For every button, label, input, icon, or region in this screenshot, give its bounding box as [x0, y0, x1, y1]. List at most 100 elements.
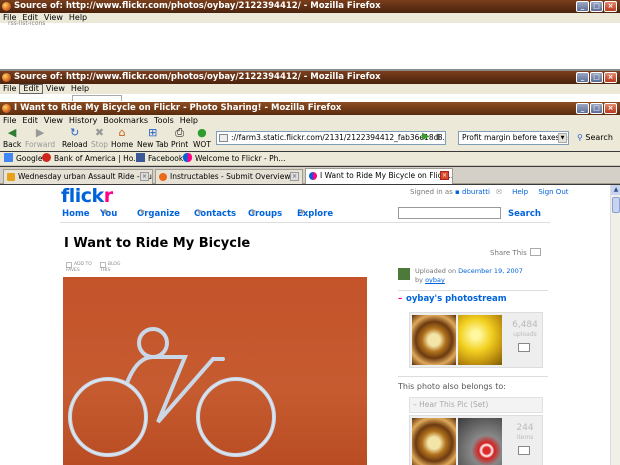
photostream-thumbnails: 6,484 uploads: [409, 312, 543, 368]
close-tab-icon[interactable]: ×: [140, 172, 149, 181]
maximize-icon[interactable]: □: [590, 1, 603, 12]
signed-in-status: Signed in as ▪ dburatti: [410, 188, 490, 196]
forward-arrow-icon: ▶: [35, 126, 45, 139]
page-icon: ▮: [436, 132, 441, 141]
bookmark-flickr[interactable]: Welcome to Flickr - Ph...: [183, 152, 286, 166]
menu-help[interactable]: Help: [177, 115, 201, 126]
minimize-icon[interactable]: _: [576, 72, 589, 83]
back-window-2-menubar: File Edit View Help: [0, 84, 620, 94]
go-icon[interactable]: ▶: [422, 132, 432, 142]
slideshow-icon[interactable]: [518, 446, 530, 455]
home-button[interactable]: ⌂ Home: [111, 127, 133, 150]
collapse-icon[interactable]: –: [413, 400, 417, 409]
wot-button[interactable]: ● WOT: [193, 126, 211, 150]
main-photo[interactable]: [63, 277, 367, 465]
photostream-heading[interactable]: – oybay's photostream: [398, 294, 507, 304]
main-window-titlebar[interactable]: I Want to Ride My Bicycle on Flickr - Ph…: [0, 102, 620, 115]
photostream-thumb-next[interactable]: [458, 315, 502, 365]
back-button[interactable]: ◀ Back: [3, 127, 21, 150]
close-icon[interactable]: ×: [604, 72, 617, 83]
search-button[interactable]: ⚲ Search: [577, 133, 613, 142]
flickr-logo[interactable]: flickr: [61, 185, 113, 207]
set-thumb-next[interactable]: [458, 418, 502, 465]
menu-file[interactable]: File: [0, 84, 19, 94]
dropdown-arrow-icon[interactable]: ▼: [300, 209, 305, 216]
dropdown-arrow-icon[interactable]: ▼: [197, 209, 202, 216]
menu-history[interactable]: History: [66, 115, 100, 126]
scroll-thumb[interactable]: [612, 197, 620, 213]
add-to-faves-button[interactable]: ADD TO FAVES: [66, 262, 96, 273]
web-search-input[interactable]: Profit margin before taxes & ▼: [458, 131, 569, 145]
main-window-title: I Want to Ride My Bicycle on Flickr - Ph…: [14, 103, 342, 113]
menu-edit[interactable]: Edit: [19, 84, 43, 94]
sign-out-link[interactable]: Sign Out: [538, 188, 568, 196]
tab-wednesday-ride[interactable]: Wednesday urban Assault Ride - Au... ×: [3, 169, 153, 184]
bookmarks-toolbar: Google Bank of America | Ho... Facebook …: [0, 152, 620, 166]
menu-help[interactable]: Help: [66, 13, 90, 23]
share-this-button[interactable]: Share This: [490, 248, 541, 257]
owner-link[interactable]: oybay: [425, 276, 445, 284]
back-window-2-content: [0, 94, 620, 102]
menu-bookmarks[interactable]: Bookmarks: [100, 115, 151, 126]
flickr-search-button[interactable]: Search: [508, 209, 541, 219]
close-icon[interactable]: ×: [604, 103, 617, 114]
menu-view[interactable]: View: [43, 84, 68, 94]
also-belongs-label: This photo also belongs to:: [398, 382, 506, 391]
tab-flickr-photo[interactable]: I Want to Ride My Bicycle on Flick... ×: [305, 168, 453, 184]
back-window-1-titlebar[interactable]: Source of: http://www.flickr.com/photos/…: [0, 0, 620, 13]
help-link[interactable]: Help: [512, 188, 528, 196]
bookmark-bank-of-america[interactable]: Bank of America | Ho...: [42, 152, 140, 166]
tab-instructables[interactable]: Instructables - Submit Overview ×: [155, 169, 303, 184]
photostream-thumb-prev[interactable]: [412, 315, 456, 365]
menu-file[interactable]: File: [0, 115, 19, 126]
minimize-icon[interactable]: _: [576, 1, 589, 12]
mail-icon[interactable]: ✉: [496, 188, 502, 196]
dropdown-arrow-icon[interactable]: ▼: [251, 209, 256, 216]
page-scrollbar[interactable]: ▲: [610, 185, 620, 465]
side-divider: [398, 376, 548, 377]
back-window-2-titlebar[interactable]: Source of: http://www.flickr.com/photos/…: [0, 71, 620, 84]
bicycle-rack-illustration: [68, 327, 276, 457]
bike-rider-head: [137, 327, 169, 359]
flickr-search-input[interactable]: [398, 207, 501, 219]
magnifier-icon: ⚲: [577, 133, 583, 142]
blog-this-button[interactable]: BLOG THIS: [100, 262, 130, 273]
collapse-icon[interactable]: –: [398, 294, 406, 304]
close-icon[interactable]: ×: [604, 1, 617, 12]
wot-icon: ●: [197, 126, 207, 139]
maximize-icon[interactable]: □: [590, 72, 603, 83]
photostream-count: 6,484 uploads: [512, 320, 538, 339]
dropdown-arrow-icon[interactable]: ▼: [103, 209, 108, 216]
reload-button[interactable]: ↻ Reload: [62, 127, 88, 150]
url-input[interactable]: ://farm3.static.flickr.com/2131/21223944…: [216, 131, 446, 145]
scroll-up-icon[interactable]: ▲: [611, 185, 620, 195]
set-count: 244 items: [516, 423, 534, 442]
stop-button[interactable]: ✖ Stop: [91, 127, 108, 150]
set-thumbnails: 244 items: [409, 415, 543, 465]
owner-avatar[interactable]: [398, 268, 410, 280]
maximize-icon[interactable]: □: [590, 103, 603, 114]
set-thumb-prev[interactable]: [412, 418, 456, 465]
dropdown-arrow-icon[interactable]: ▼: [140, 209, 145, 216]
close-tab-icon[interactable]: ×: [290, 172, 299, 181]
search-engine-dropdown-icon[interactable]: ▼: [558, 133, 567, 143]
menu-tools[interactable]: Tools: [151, 115, 177, 126]
side-divider: [398, 290, 548, 291]
menu-view[interactable]: View: [41, 115, 66, 126]
menu-edit[interactable]: Edit: [19, 115, 41, 126]
forward-button[interactable]: ▶ Forward: [25, 126, 55, 150]
upload-date-link[interactable]: December 19, 2007: [458, 267, 523, 275]
set-heading[interactable]: – Hear This Pic (Set): [409, 397, 543, 413]
new-tab-button[interactable]: ⊞ New Tab: [137, 127, 168, 150]
facebook-icon: [136, 153, 145, 162]
bookmark-facebook[interactable]: Facebook: [136, 152, 183, 166]
slideshow-icon[interactable]: [518, 343, 530, 352]
minimize-icon[interactable]: _: [576, 103, 589, 114]
menu-help[interactable]: Help: [68, 84, 92, 94]
signed-in-user-link[interactable]: dburatti: [462, 188, 490, 196]
bookmark-google[interactable]: Google: [4, 152, 42, 166]
back-window-1-menubar: File Edit View Help: [0, 13, 620, 23]
firefox-icon: [2, 104, 11, 113]
close-tab-icon[interactable]: ×: [440, 171, 449, 180]
print-button[interactable]: ⎙ Print: [171, 127, 188, 150]
